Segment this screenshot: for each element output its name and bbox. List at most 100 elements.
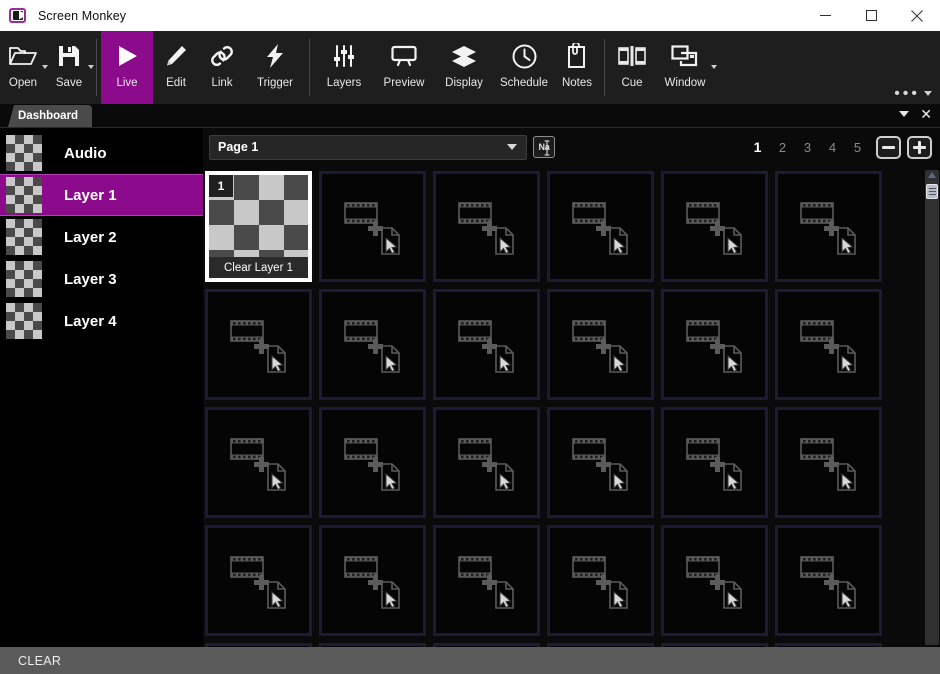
ribbon-button-live[interactable]: Live [101,31,153,104]
close-icon[interactable] [894,0,940,31]
cue-cell-empty[interactable] [775,407,882,518]
ribbon-button-notes[interactable]: Notes [554,31,600,104]
page-number-3[interactable]: 3 [795,140,820,155]
tab-close-icon[interactable]: ✕ [920,107,932,121]
chevron-down-icon[interactable] [507,144,517,150]
overflow-dots[interactable]: ••• [894,86,920,102]
add-media-placeholder-icon [229,555,286,609]
cue-cell-content [436,410,537,515]
minimize-icon[interactable] [802,0,848,31]
sidebar-item-audio[interactable]: Audio [0,132,203,174]
ribbon-button-trigger[interactable]: Trigger [245,31,305,104]
cue-cell-empty[interactable] [775,643,882,647]
cue-cell-empty[interactable] [319,289,426,400]
cue-cell-empty[interactable] [547,407,654,518]
ribbon-button-link[interactable]: Link [199,31,245,104]
maximize-icon[interactable] [848,0,894,31]
cue-cell-empty[interactable] [775,171,882,282]
cue-cell-empty[interactable] [205,525,312,636]
cue-cell-empty[interactable] [547,643,654,647]
cue-cell-content [550,174,651,279]
page-number-1[interactable]: 1 [745,139,770,155]
ribbon-button-cue[interactable]: Cue [609,31,655,104]
cue-cell-content [664,646,765,647]
page-number-4[interactable]: 4 [820,140,845,155]
overflow-caret-icon[interactable] [924,90,932,96]
ribbon-group-window: Cue Window [609,31,717,104]
ribbon-label: Trigger [257,77,293,89]
rename-page-button[interactable]: Na [533,136,555,158]
cue-cell-empty[interactable] [433,407,540,518]
ribbon-button-window[interactable]: Window [655,31,717,104]
cue-cell-empty[interactable] [205,643,312,647]
ribbon-button-save[interactable]: Save [46,31,94,104]
ribbon-label: Notes [561,77,593,89]
ribbon-button-edit[interactable]: Edit [153,31,199,104]
sidebar-item-layer-4[interactable]: Layer 4 [0,300,203,342]
tab-dropdown-icon[interactable] [899,111,910,117]
ribbon-button-layers[interactable]: Layers [314,31,374,104]
scroll-thumb[interactable] [926,184,938,199]
cue-cell-empty[interactable] [433,171,540,282]
ribbon-button-display[interactable]: Display [434,31,494,104]
ribbon-button-schedule[interactable]: Schedule [494,31,554,104]
cue-cell-empty[interactable] [661,643,768,647]
scrollbar-track[interactable] [925,170,939,645]
page-number-2[interactable]: 2 [770,140,795,155]
cue-cell-empty[interactable] [661,525,768,636]
cue-cell-content [778,174,879,279]
cue-cell-empty[interactable] [547,525,654,636]
cue-cell-empty[interactable] [319,643,426,647]
floppy-disk-icon [57,39,81,73]
sidebar-item-layer-1[interactable]: Layer 1 [0,174,203,216]
cue-cell-empty[interactable] [205,407,312,518]
cue-cell-empty[interactable] [433,525,540,636]
cue-cell-empty[interactable] [661,289,768,400]
cue-cell-empty[interactable] [319,171,426,282]
grid-scrollbar[interactable] [923,166,940,647]
ribbon-overflow[interactable]: ••• [894,86,932,102]
add-media-placeholder-icon [799,437,856,491]
cue-cell-empty[interactable] [319,525,426,636]
cue-cell-empty[interactable] [205,289,312,400]
ribbon-button-open[interactable]: Open [0,31,48,104]
remove-page-button[interactable] [876,135,901,159]
cue-cell-empty[interactable] [319,407,426,518]
cue-cell-empty[interactable] [775,525,882,636]
add-media-placeholder-icon [343,201,400,255]
cue-cell-empty[interactable] [661,171,768,282]
chevron-down-icon[interactable] [88,65,94,69]
open-folder-icon [9,39,37,73]
tab-strip: Dashboard ✕ [0,104,940,128]
cue-cell-selected[interactable]: 1 Clear Layer 1 [205,171,312,282]
monitor-screen-icon [391,39,417,73]
cue-cell-empty[interactable] [433,289,540,400]
add-media-placeholder-icon [571,437,628,491]
page-number-5[interactable]: 5 [845,140,870,155]
add-media-placeholder-icon [685,437,742,491]
cue-cell-empty[interactable] [547,171,654,282]
window-title: Screen Monkey [38,8,127,23]
cue-cell-content [208,292,309,397]
sidebar-item-layer-2[interactable]: Layer 2 [0,216,203,258]
ribbon-label: Preview [383,77,425,89]
sidebar-item-layer-3[interactable]: Layer 3 [0,258,203,300]
add-page-button[interactable] [907,135,932,159]
chevron-down-icon[interactable] [711,65,717,69]
cue-cell-empty[interactable] [547,289,654,400]
ribbon-label: Open [8,77,38,89]
scroll-up-arrow-icon[interactable] [928,172,936,178]
cue-cell-empty[interactable] [775,289,882,400]
add-media-placeholder-icon [457,201,514,255]
add-media-placeholder-icon [229,319,286,373]
ribbon-label: Schedule [500,77,548,89]
cue-cell-content [436,174,537,279]
cue-cell-empty[interactable] [661,407,768,518]
cue-cell-content [664,174,765,279]
tab-dashboard[interactable]: Dashboard [8,105,93,127]
ribbon-button-preview[interactable]: Preview [374,31,434,104]
page-select[interactable]: Page 1 [209,134,527,160]
cue-cell-empty[interactable] [433,643,540,647]
page-number-buttons: 1 2 3 4 5 [745,135,940,159]
chain-link-icon [209,39,235,73]
